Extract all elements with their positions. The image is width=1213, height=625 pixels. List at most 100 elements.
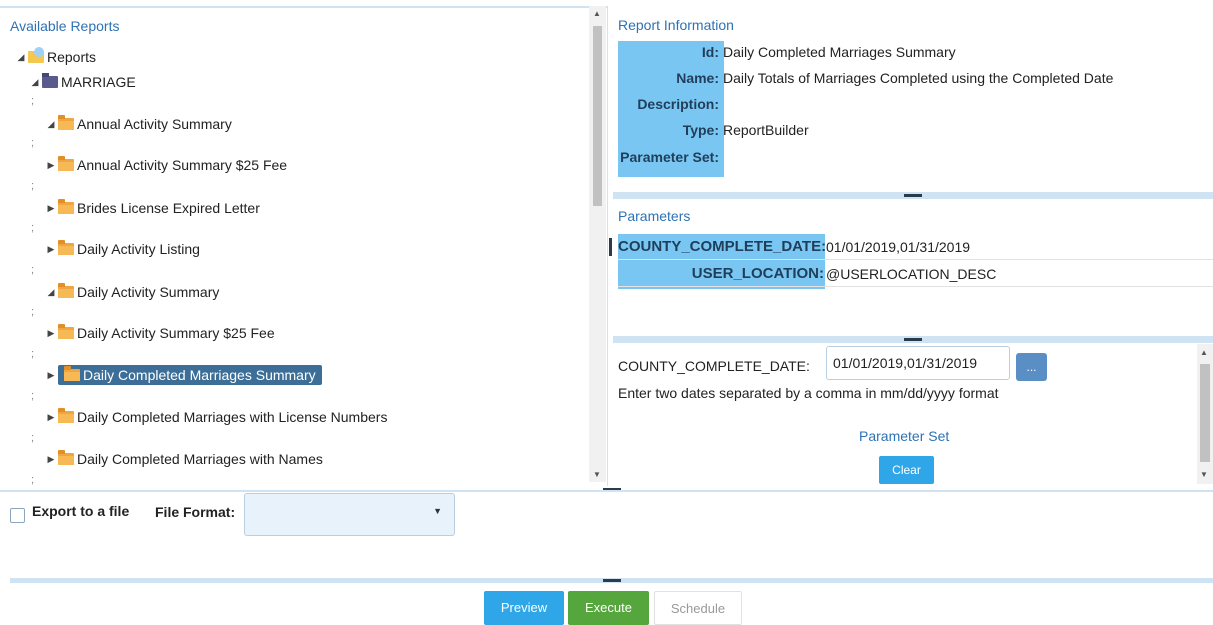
tree-scrollbar[interactable]: ▲ ▼ xyxy=(589,6,606,482)
clear-button[interactable]: Clear xyxy=(879,456,934,484)
date-picker-button[interactable]: ... xyxy=(1016,353,1047,381)
scroll-up-icon[interactable]: ▲ xyxy=(593,9,601,18)
param-row-county-complete-date[interactable]: COUNTY_COMPLETE_DATE: 01/01/2019,01/31/2… xyxy=(618,234,1213,260)
caret-expanded-icon[interactable]: ◢ xyxy=(28,77,42,88)
caret-collapsed-icon[interactable]: ▶ xyxy=(44,412,58,423)
info-key: Description: xyxy=(637,96,719,112)
info-row-name: Name: Daily Totals of Marriages Complete… xyxy=(618,65,1113,91)
caret-expanded-icon[interactable]: ◢ xyxy=(44,287,58,298)
tree-scrollbar-thumb[interactable] xyxy=(593,26,602,206)
export-to-file-checkbox[interactable] xyxy=(10,508,25,523)
parameter-set-label: Parameter Set xyxy=(859,428,950,444)
info-key: Id: xyxy=(701,44,719,60)
report-folder-icon xyxy=(58,199,74,214)
preview-button[interactable]: Preview xyxy=(484,591,564,625)
tree-item-label: Annual Activity Summary $25 Fee xyxy=(77,157,288,173)
date-range-input[interactable] xyxy=(826,346,1010,380)
report-folder-icon xyxy=(58,240,74,255)
horizontal-splitter[interactable] xyxy=(613,192,1213,199)
available-reports-title: Available Reports xyxy=(10,18,120,34)
report-folder-icon xyxy=(58,115,74,130)
info-row-id: Id: Daily Completed Marriages Summary xyxy=(618,39,956,65)
parameters-panel: Parameters COUNTY_COMPLETE_DATE: 01/01/2… xyxy=(613,200,1213,336)
date-format-hint: Enter two dates separated by a comma in … xyxy=(618,385,999,401)
info-key: Name: xyxy=(676,70,719,86)
tree-separator: ; xyxy=(31,222,35,234)
info-value: Daily Completed Marriages Summary xyxy=(723,44,956,60)
tree-separator: ; xyxy=(31,264,35,276)
execute-button[interactable]: Execute xyxy=(568,591,649,625)
tree-separator: ; xyxy=(31,390,35,402)
tree-separator: ; xyxy=(31,180,35,192)
tree-item-annual-activity-summary[interactable]: ◢ Annual Activity Summary xyxy=(44,114,232,134)
info-value: Daily Totals of Marriages Completed usin… xyxy=(723,70,1114,86)
tree-separator: ; xyxy=(31,137,35,149)
tree-item-daily-completed-marriages-names[interactable]: ▶ Daily Completed Marriages with Names xyxy=(44,449,323,469)
caret-expanded-icon[interactable]: ◢ xyxy=(14,52,28,63)
tree-item-daily-completed-marriages-summary[interactable]: ▶ Daily Completed Marriages Summary xyxy=(44,365,322,385)
caret-collapsed-icon[interactable]: ▶ xyxy=(44,370,58,381)
report-folder-icon xyxy=(58,450,74,465)
tree-item-daily-activity-listing[interactable]: ▶ Daily Activity Listing xyxy=(44,239,200,259)
schedule-button[interactable]: Schedule xyxy=(654,591,742,625)
tree-item-daily-completed-marriages-license-numbers[interactable]: ▶ Daily Completed Marriages with License… xyxy=(44,407,387,427)
report-information-title: Report Information xyxy=(618,17,734,33)
horizontal-splitter[interactable] xyxy=(613,336,1213,343)
caret-collapsed-icon[interactable]: ▶ xyxy=(44,160,58,171)
splitter-grip[interactable] xyxy=(603,579,621,582)
info-key: Parameter Set: xyxy=(620,149,719,165)
caret-collapsed-icon[interactable]: ▶ xyxy=(44,244,58,255)
tree-item-label: Daily Activity Listing xyxy=(77,241,200,257)
param-key: COUNTY_COMPLETE_DATE: xyxy=(618,238,827,255)
param-editor-label: COUNTY_COMPLETE_DATE: xyxy=(618,358,810,374)
tree-item-label: Annual Activity Summary xyxy=(77,116,232,132)
info-key: Type: xyxy=(682,122,719,138)
splitter-grip[interactable] xyxy=(904,194,922,197)
dropdown-arrow-icon: ▼ xyxy=(433,506,442,516)
caret-collapsed-icon[interactable]: ▶ xyxy=(44,328,58,339)
parameters-title: Parameters xyxy=(618,208,691,224)
scroll-down-icon[interactable]: ▼ xyxy=(593,470,601,479)
tree-item-label: Daily Completed Marriages Summary xyxy=(83,367,316,383)
info-value: ReportBuilder xyxy=(723,122,809,138)
report-information-panel: Report Information Id: Daily Completed M… xyxy=(613,8,1213,192)
selected-tree-item-label: Daily Completed Marriages Summary xyxy=(58,365,322,385)
editor-scrollbar-thumb[interactable] xyxy=(1200,364,1210,462)
splitter-grip[interactable] xyxy=(904,338,922,341)
tree-node-reports[interactable]: ◢ Reports xyxy=(14,47,96,67)
export-area: Export to a file File Format: ▼ xyxy=(0,490,1213,580)
scroll-up-icon[interactable]: ▲ xyxy=(1200,348,1208,357)
tree-item-daily-activity-summary[interactable]: ◢ Daily Activity Summary xyxy=(44,282,219,302)
tree-node-label: MARRIAGE xyxy=(61,74,136,90)
info-row-type: Type: ReportBuilder xyxy=(618,117,809,143)
tree-item-label: Daily Completed Marriages with License N… xyxy=(77,409,388,425)
caret-collapsed-icon[interactable]: ▶ xyxy=(44,203,58,214)
tree-item-label: Daily Completed Marriages with Names xyxy=(77,451,323,467)
tree-separator: ; xyxy=(31,95,35,107)
report-folder-icon xyxy=(58,408,74,423)
info-row-parameter-set: Parameter Set: xyxy=(618,144,723,170)
report-folder-icon xyxy=(58,283,74,298)
file-format-label: File Format: xyxy=(155,504,236,520)
tree-separator: ; xyxy=(31,432,35,444)
scroll-down-icon[interactable]: ▼ xyxy=(1200,470,1208,479)
export-to-file-label[interactable]: Export to a file xyxy=(32,503,129,519)
tree-separator: ; xyxy=(31,474,35,486)
tree-node-marriage[interactable]: ◢ MARRIAGE xyxy=(28,72,136,92)
caret-expanded-icon[interactable]: ◢ xyxy=(44,119,58,130)
param-value: @USERLOCATION_DESC xyxy=(826,265,997,282)
param-key: USER_LOCATION: xyxy=(691,265,824,282)
tree-item-brides-license-expired-letter[interactable]: ▶ Brides License Expired Letter xyxy=(44,198,260,218)
tree-item-label: Daily Activity Summary xyxy=(77,284,220,300)
tree-item-daily-activity-summary-25[interactable]: ▶ Daily Activity Summary $25 Fee xyxy=(44,323,275,343)
caret-collapsed-icon[interactable]: ▶ xyxy=(44,454,58,465)
file-format-select[interactable]: ▼ xyxy=(244,493,455,536)
tree-item-annual-activity-summary-25[interactable]: ▶ Annual Activity Summary $25 Fee xyxy=(44,155,287,175)
editor-scrollbar[interactable]: ▲ ▼ xyxy=(1197,344,1213,484)
param-row-user-location[interactable]: USER_LOCATION: @USERLOCATION_DESC xyxy=(618,261,1213,287)
group-folder-icon xyxy=(42,73,58,88)
bottom-splitter[interactable] xyxy=(10,578,1213,583)
param-value: 01/01/2019,01/31/2019 xyxy=(826,238,971,255)
tree-separator: ; xyxy=(31,348,35,360)
report-folder-icon xyxy=(64,366,80,381)
